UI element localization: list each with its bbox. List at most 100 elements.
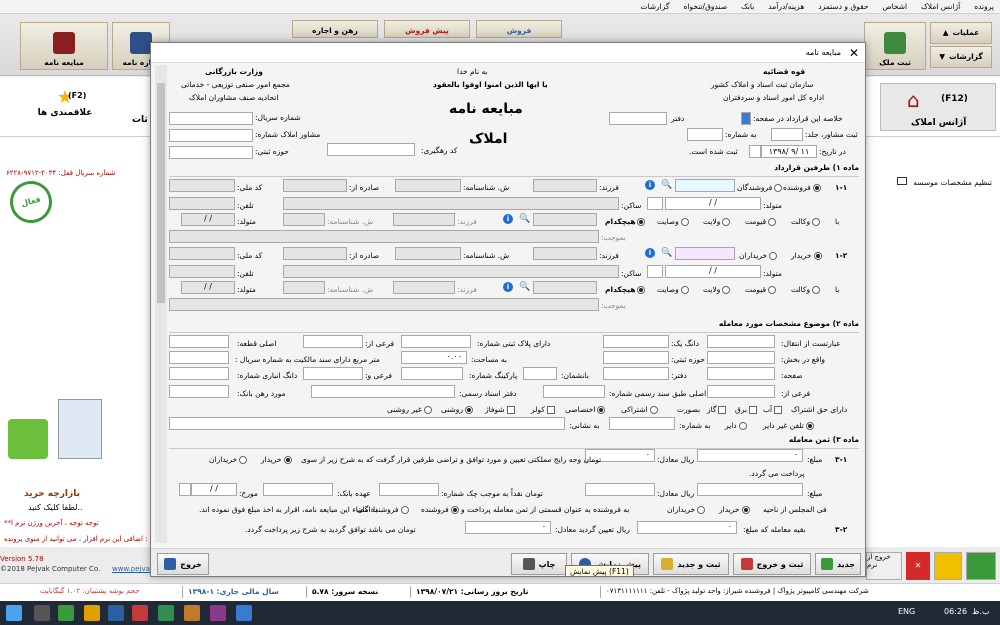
- born-picker[interactable]: [647, 197, 663, 210]
- menu-cost[interactable]: هزینه/درآمد: [768, 2, 804, 11]
- track-field[interactable]: [327, 143, 415, 156]
- sub-field[interactable]: [303, 335, 363, 348]
- buyer-idno-field[interactable]: [395, 247, 461, 260]
- active-radio[interactable]: دایر: [725, 421, 747, 430]
- ribbon-operations-button[interactable]: ▲ عملیات: [930, 22, 992, 44]
- plate-field[interactable]: [401, 335, 471, 348]
- store-field[interactable]: [169, 367, 229, 380]
- water-check[interactable]: آب: [763, 405, 783, 414]
- chrome-icon[interactable]: [84, 605, 100, 621]
- floor-field[interactable]: [523, 367, 557, 380]
- menu-file[interactable]: پرونده: [974, 2, 994, 11]
- consult-field[interactable]: [169, 129, 253, 142]
- buyer-none-radio[interactable]: هیچکدام: [605, 285, 646, 294]
- sub3-field[interactable]: [707, 385, 775, 398]
- ribbon-sale-contract-button[interactable]: مبایعه نامه: [20, 22, 108, 70]
- buyer-radio[interactable]: خریدار: [791, 251, 822, 260]
- phone-kind-radio[interactable]: تلفن غیر دایر: [763, 421, 814, 430]
- shop-cart-image[interactable]: [2, 399, 102, 489]
- main2-field[interactable]: [543, 385, 605, 398]
- institution-settings[interactable]: تنظیم مشخصات موسسه: [868, 177, 992, 189]
- summary-field[interactable]: [741, 112, 751, 125]
- power-check[interactable]: برق: [735, 405, 758, 414]
- buyer-by-order-field[interactable]: [169, 298, 599, 311]
- favorites-button[interactable]: ★ (F2) علاقمندی ها: [30, 87, 100, 131]
- office2-field[interactable]: [603, 367, 669, 380]
- save-exit-button[interactable]: ثبت و خروج: [733, 553, 811, 575]
- transfer-field[interactable]: [707, 335, 775, 348]
- reg-area-field[interactable]: [603, 351, 669, 364]
- main-field[interactable]: [169, 335, 229, 348]
- rest-toman-field[interactable]: ۰: [465, 521, 551, 534]
- agent-father-field[interactable]: [393, 213, 455, 226]
- buy-sub[interactable]: لطفا کلیک کنید..: [28, 503, 83, 512]
- buyer-born-picker[interactable]: [647, 265, 663, 278]
- born-field[interactable]: / /: [665, 197, 761, 210]
- buyers-radio[interactable]: خریداران: [739, 251, 778, 260]
- deed-field[interactable]: [169, 351, 229, 364]
- print-button[interactable]: چاپ: [511, 553, 567, 575]
- menu-cash[interactable]: صندوق/تنخواه: [683, 2, 727, 11]
- buyer-guard-radio[interactable]: قیومت: [745, 285, 777, 294]
- app-icon[interactable]: [58, 605, 74, 621]
- menu-persons[interactable]: اشخاص: [883, 2, 908, 11]
- info-icon[interactable]: i: [503, 214, 513, 224]
- buyer-natcode-field[interactable]: [169, 247, 235, 260]
- by-order-field[interactable]: [169, 230, 599, 243]
- bank-name-field[interactable]: [263, 483, 333, 496]
- price-field[interactable]: ۰: [697, 449, 803, 462]
- ghroshani-radio[interactable]: غیر روشنی: [387, 405, 432, 414]
- buyer-father-field[interactable]: [533, 247, 597, 260]
- cash-field[interactable]: [697, 483, 803, 496]
- date-picker[interactable]: [749, 145, 761, 158]
- scroll-thumb[interactable]: [157, 83, 165, 303]
- date-field[interactable]: ۱۳۹۸/ ۹/ ۱۱: [761, 145, 817, 158]
- sub2-field[interactable]: [303, 367, 363, 380]
- buyer-born-field[interactable]: / /: [665, 265, 761, 278]
- ribbon-register-property-button[interactable]: ثبت ملک: [864, 22, 926, 70]
- council-buyer-radio[interactable]: خریدار: [719, 505, 750, 514]
- buyer-resident-field[interactable]: [283, 265, 619, 278]
- serial-field[interactable]: [169, 112, 253, 125]
- buyer-trustee-radio[interactable]: وصایت: [657, 285, 689, 294]
- tab-sale[interactable]: فروش: [476, 20, 562, 38]
- father-field[interactable]: [533, 179, 597, 192]
- council-buyers-radio[interactable]: خریداران: [667, 505, 706, 514]
- language-indicator[interactable]: ENG: [898, 607, 915, 616]
- cash-toman-field[interactable]: [585, 483, 655, 496]
- located-field[interactable]: [707, 351, 775, 364]
- buyer-agent-field[interactable]: [533, 281, 597, 294]
- phone-field[interactable]: [169, 197, 235, 210]
- buyer-phone-field[interactable]: [169, 265, 235, 278]
- ownership-radio[interactable]: اشتراکی: [621, 405, 658, 414]
- seller-radio[interactable]: فروشنده: [783, 183, 821, 192]
- buyer-guardian-radio[interactable]: ولایت: [703, 285, 731, 294]
- menu-reports[interactable]: گزارشات: [640, 2, 669, 11]
- clock[interactable]: 06:26: [944, 607, 967, 616]
- dated-field[interactable]: / /: [191, 483, 237, 496]
- size-field[interactable]: ۰.۰۰: [401, 351, 467, 364]
- tab-rent[interactable]: رهن و اجاره: [292, 20, 378, 38]
- buyer-agent-idno-field[interactable]: [283, 281, 325, 294]
- gas-check[interactable]: گاز: [707, 405, 727, 414]
- menu-payroll[interactable]: حقوق و دستمزد: [818, 2, 868, 11]
- word-icon[interactable]: [108, 605, 124, 621]
- none-radio[interactable]: هیچکدام: [605, 217, 646, 226]
- rest-field[interactable]: ۰: [637, 521, 737, 534]
- address-field[interactable]: [169, 417, 565, 430]
- search-icon[interactable]: 🔍: [519, 214, 530, 224]
- issued-field[interactable]: [283, 179, 347, 192]
- search-icon[interactable]: 🔍: [661, 248, 672, 258]
- price-buyers-radio[interactable]: خریداران: [209, 455, 248, 464]
- ribbon-reports-button[interactable]: ▼ گزارشات: [930, 46, 992, 68]
- number2-field[interactable]: [609, 417, 675, 430]
- guardian-radio[interactable]: ولایت: [703, 217, 731, 226]
- search-icon[interactable]: 🔍: [661, 180, 672, 190]
- natcode-field[interactable]: [169, 179, 235, 192]
- buy-title[interactable]: بازارچه خرید: [24, 489, 80, 499]
- proxy-radio[interactable]: وکالت: [791, 217, 821, 226]
- buyer-agent-father-field[interactable]: [393, 281, 455, 294]
- sellers-radio[interactable]: فروشندگان: [737, 183, 783, 192]
- agency-button[interactable]: ⌂ (F12) آژانس املاک: [880, 83, 996, 131]
- lock-icon[interactable]: [934, 552, 962, 580]
